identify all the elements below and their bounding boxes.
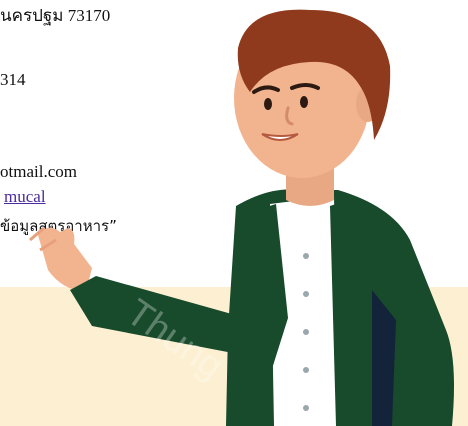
waving-hand: [38, 227, 92, 292]
man-waving-illustration: Thung: [29, 9, 454, 426]
